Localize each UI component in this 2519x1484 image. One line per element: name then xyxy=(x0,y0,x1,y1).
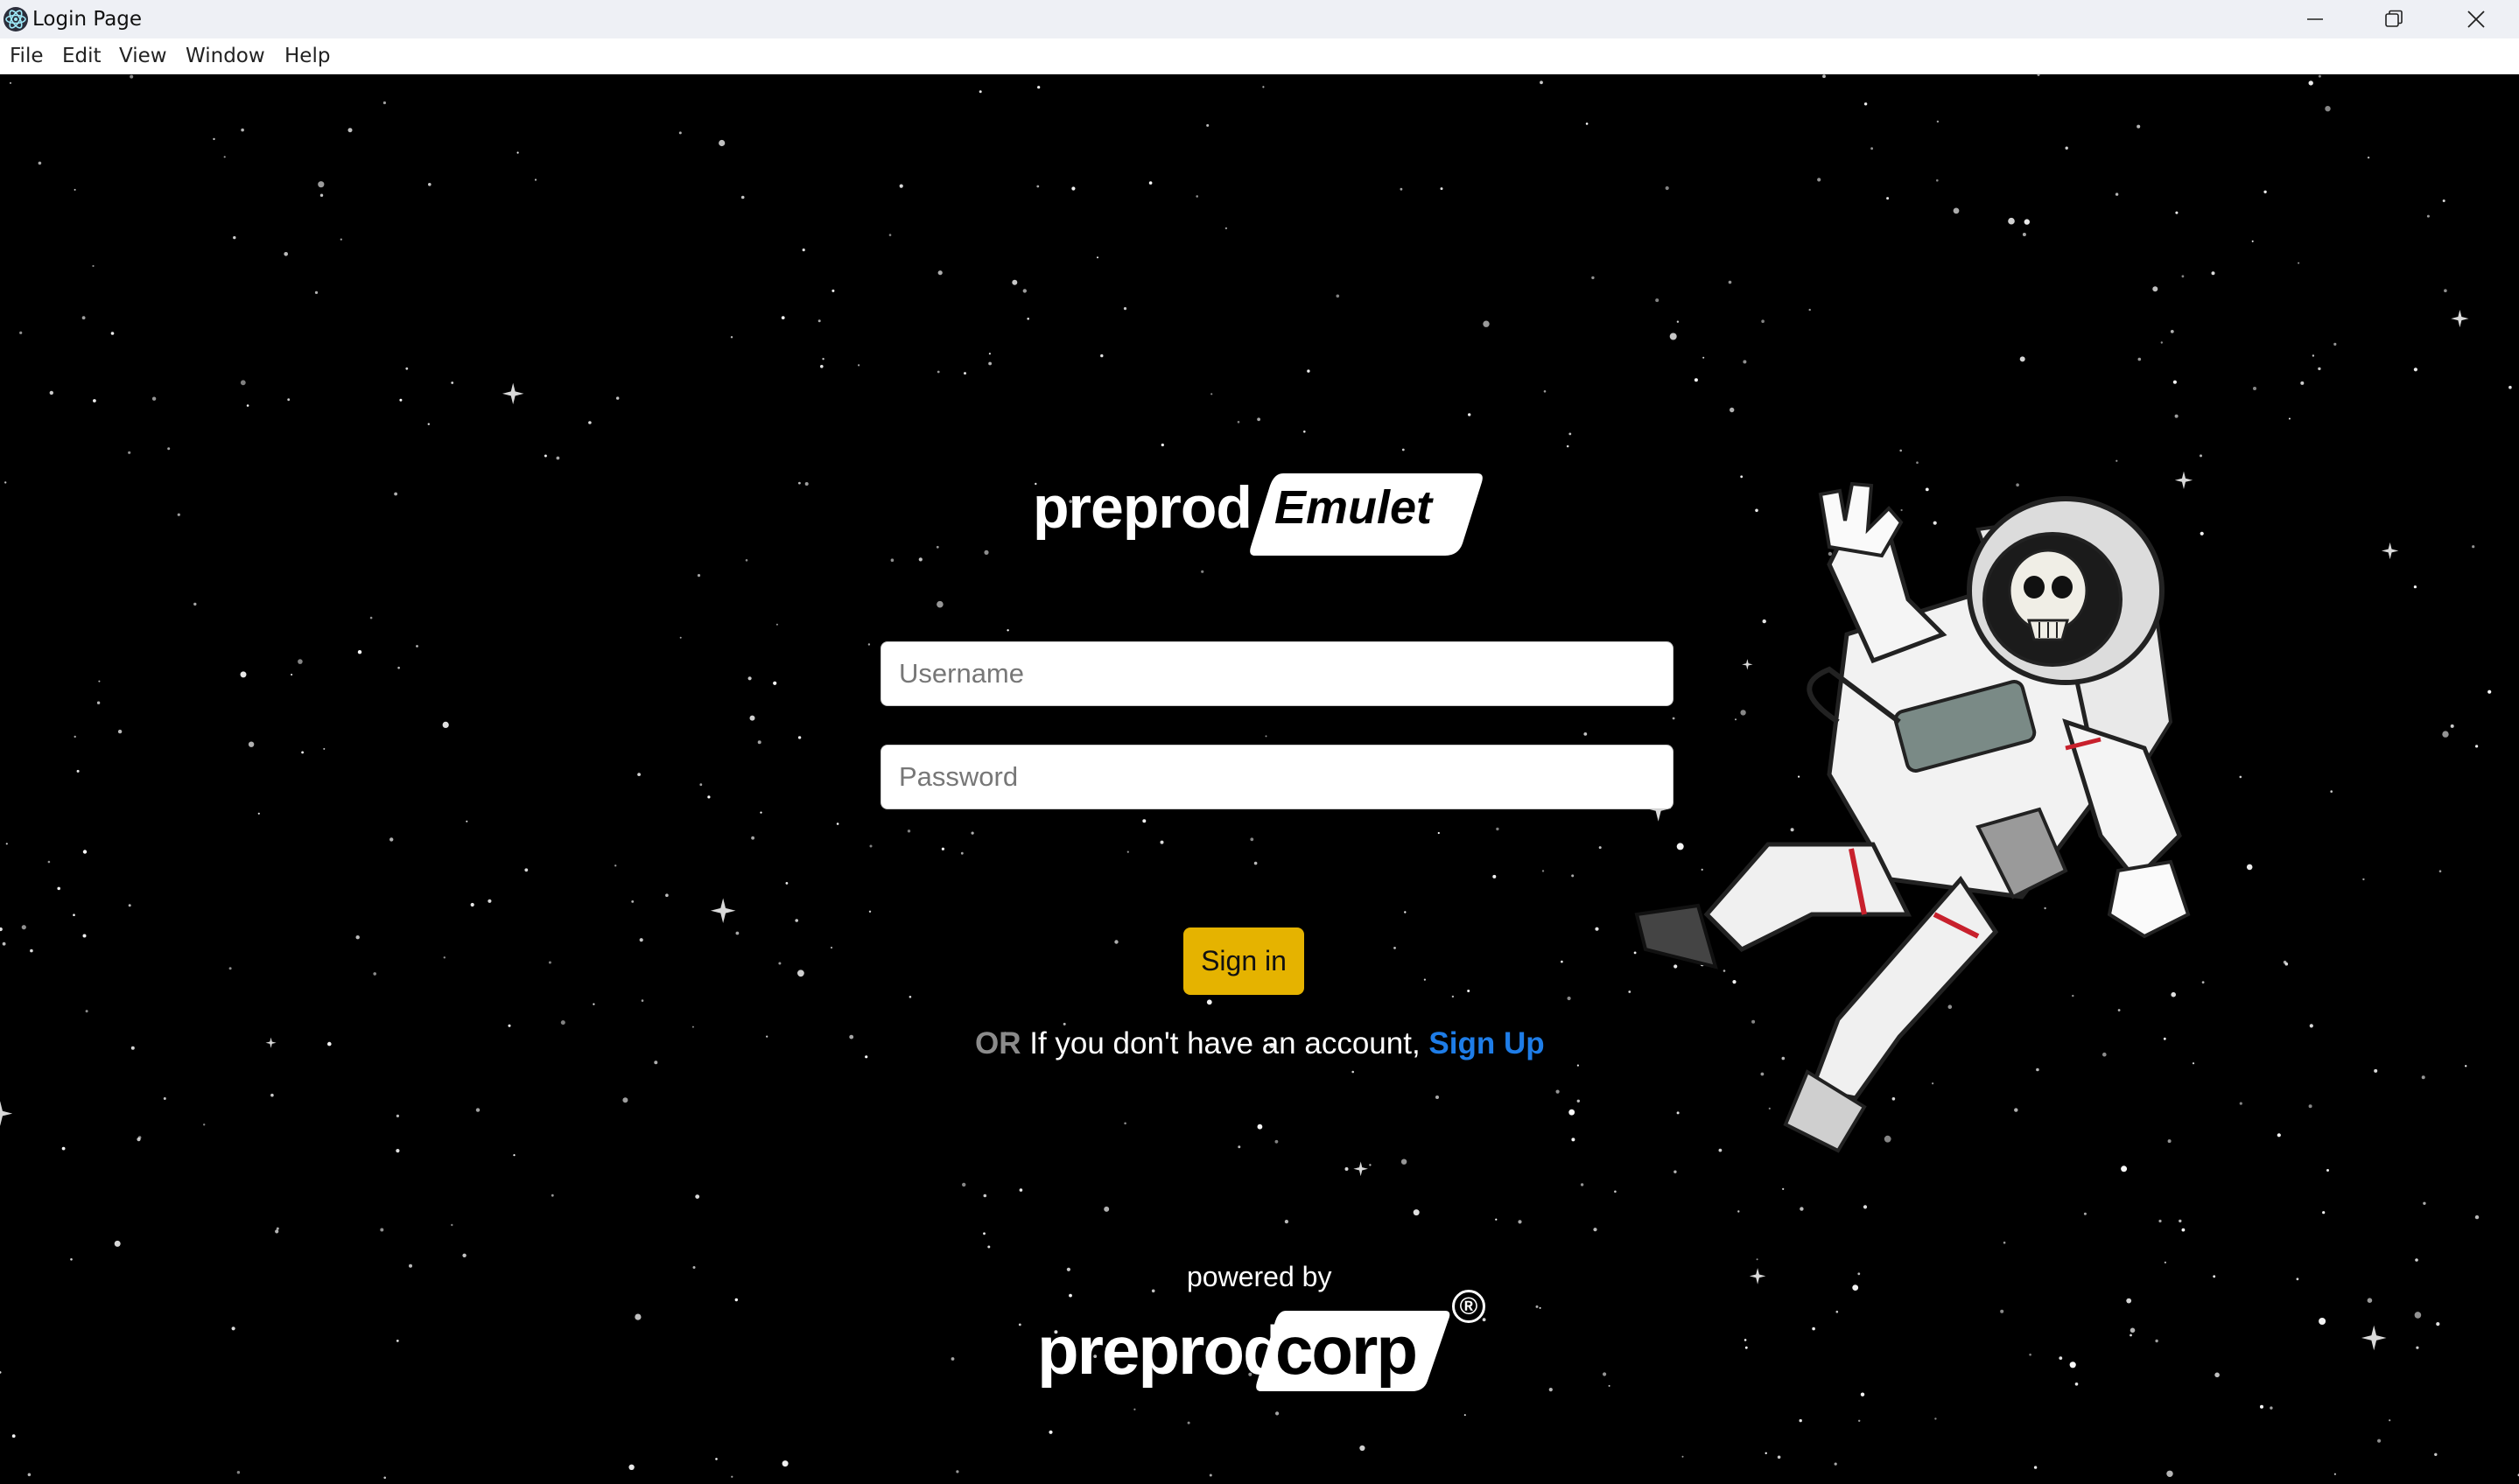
password-input[interactable] xyxy=(881,745,1673,809)
title-bar: Login Page xyxy=(0,0,2519,38)
window-title: Login Page xyxy=(32,8,143,31)
powered-by-label: powered by xyxy=(1187,1261,1332,1292)
close-button[interactable] xyxy=(2437,0,2515,38)
restore-button[interactable] xyxy=(2354,0,2433,38)
signup-text: If you don't have an account, xyxy=(1029,1026,1421,1060)
sign-up-link[interactable]: Sign Up xyxy=(1428,1026,1544,1060)
minimize-button[interactable] xyxy=(2276,0,2354,38)
menu-bar: File Edit View Window Help xyxy=(0,38,2519,74)
corp-logo-prefix: preprod xyxy=(1037,1312,1285,1389)
close-icon xyxy=(2467,10,2485,28)
corp-logo-suffix: corp xyxy=(1275,1312,1418,1389)
menu-edit[interactable]: Edit xyxy=(60,43,103,69)
menu-view[interactable]: View xyxy=(117,43,169,69)
preprod-corp-logo: preprod corp ® xyxy=(1037,1290,1492,1400)
electron-app-icon xyxy=(4,7,28,32)
logo-prefix: preprod xyxy=(1033,474,1252,541)
login-screen: preprod Emulet Sign in OR If you don't h… xyxy=(0,74,2519,1484)
registered-mark: ® xyxy=(1452,1290,1485,1323)
username-input[interactable] xyxy=(881,641,1673,706)
sign-in-button[interactable]: Sign in xyxy=(1183,928,1304,995)
preprod-emulet-logo: preprod Emulet xyxy=(1033,470,1505,559)
menu-file[interactable]: File xyxy=(8,43,46,69)
astronaut-illustration xyxy=(1634,481,2191,1153)
restore-icon xyxy=(2385,10,2403,27)
or-label: OR xyxy=(975,1026,1021,1060)
logo-product: Emulet xyxy=(1274,481,1433,534)
minimize-icon xyxy=(2307,18,2323,20)
menu-help[interactable]: Help xyxy=(283,43,332,69)
menu-window[interactable]: Window xyxy=(184,43,267,69)
